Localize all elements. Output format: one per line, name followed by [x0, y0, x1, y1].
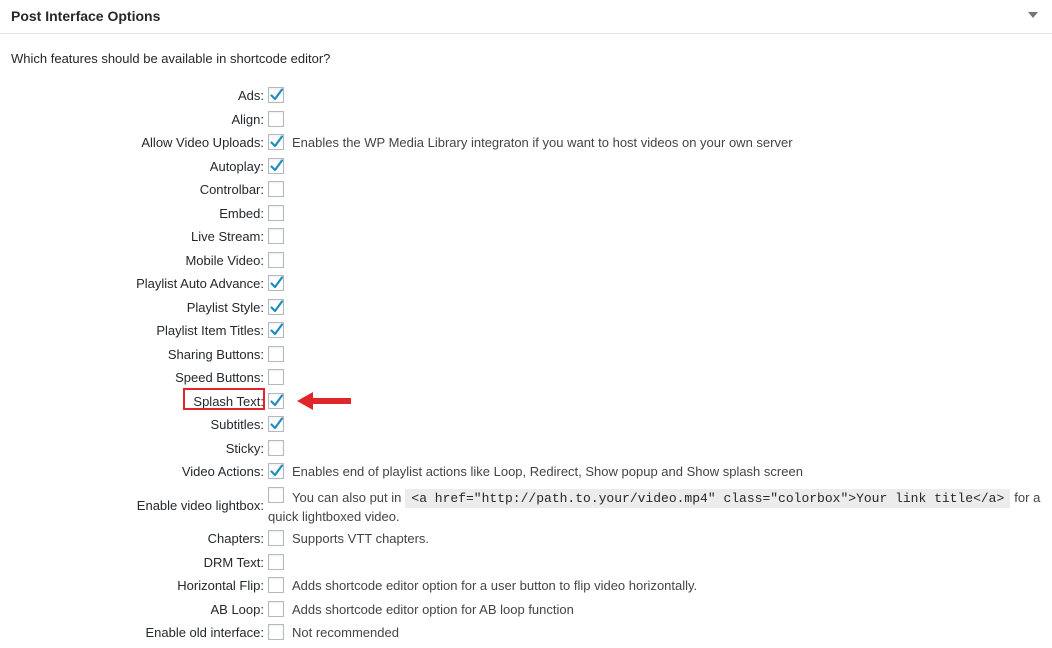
- option-label-live-stream[interactable]: Live Stream:: [191, 229, 264, 244]
- option-row-enable-video-lightbox: Enable video lightbox: You can also put i…: [0, 485, 1052, 529]
- option-description-enable-video-lightbox: You can also put in <a href="http://path.…: [292, 488, 1052, 509]
- live-stream-checkbox[interactable]: [268, 228, 284, 244]
- red-arrow-icon: [297, 392, 351, 410]
- option-row-ab-loop: AB Loop: Adds shortcode editor option for…: [0, 599, 1052, 621]
- option-row-speed-buttons: Speed Buttons:: [0, 367, 1052, 389]
- option-row-controlbar: Controlbar:: [0, 179, 1052, 201]
- splash-text-highlight-box: [183, 388, 265, 410]
- option-label-playlist-item-titles[interactable]: Playlist Item Titles:: [156, 323, 264, 338]
- option-row-playlist-style: Playlist Style:: [0, 297, 1052, 319]
- option-label-allow-video-uploads[interactable]: Allow Video Uploads:: [141, 135, 264, 150]
- option-row-enable-old-interface: Enable old interface: Not recommended: [0, 622, 1052, 644]
- option-label-align[interactable]: Align:: [231, 112, 264, 127]
- checkmark-icon: [270, 464, 284, 477]
- option-row-splash-text: Splash Text:: [0, 391, 1052, 413]
- option-label-ab-loop[interactable]: AB Loop:: [211, 602, 265, 617]
- subtitles-checkbox[interactable]: [268, 416, 284, 432]
- option-label-subtitles[interactable]: Subtitles:: [211, 417, 264, 432]
- option-row-playlist-item-titles: Playlist Item Titles:: [0, 320, 1052, 342]
- panel-title: Post Interface Options: [11, 8, 161, 24]
- checkmark-icon: [270, 276, 284, 289]
- option-row-subtitles: Subtitles:: [0, 414, 1052, 436]
- ab-loop-checkbox[interactable]: [268, 601, 284, 617]
- enable-old-interface-checkbox[interactable]: [268, 624, 284, 640]
- option-row-align: Align:: [0, 109, 1052, 131]
- checkmark-icon: [270, 323, 284, 336]
- option-row-horizontal-flip: Horizontal Flip: Adds shortcode editor op…: [0, 575, 1052, 597]
- option-label-mobile-video[interactable]: Mobile Video:: [185, 253, 264, 268]
- panel-header[interactable]: Post Interface Options: [0, 0, 1052, 34]
- post-interface-options-panel: Post Interface Options Which features sh…: [0, 0, 1052, 648]
- option-row-drm-text: DRM Text:: [0, 552, 1052, 574]
- lightbox-code-snippet: <a href="http://path.to.your/video.mp4" …: [405, 489, 1011, 508]
- option-label-enable-video-lightbox[interactable]: Enable video lightbox:: [137, 498, 264, 513]
- option-label-sharing-buttons[interactable]: Sharing Buttons:: [168, 347, 264, 362]
- playlist-item-titles-checkbox[interactable]: [268, 322, 284, 338]
- option-label-speed-buttons[interactable]: Speed Buttons:: [175, 370, 264, 385]
- option-row-video-actions: Video Actions: Enables end of playlist ac…: [0, 461, 1052, 483]
- option-description-allow-video-uploads: Enables the WP Media Library integraton …: [292, 135, 793, 150]
- ads-checkbox[interactable]: [268, 87, 284, 103]
- lightbox-desc-after: for a: [1014, 490, 1041, 505]
- option-label-drm-text[interactable]: DRM Text:: [204, 555, 264, 570]
- option-description-enable-old-interface: Not recommended: [292, 625, 399, 640]
- option-description-horizontal-flip: Adds shortcode editor option for a user …: [292, 578, 698, 593]
- option-label-playlist-style[interactable]: Playlist Style:: [187, 300, 264, 315]
- checkmark-icon: [270, 300, 284, 313]
- option-row-mobile-video: Mobile Video:: [0, 250, 1052, 272]
- option-label-embed[interactable]: Embed:: [219, 206, 264, 221]
- collapse-toggle-icon[interactable]: [1028, 12, 1038, 18]
- option-label-playlist-auto-advance[interactable]: Playlist Auto Advance:: [136, 276, 264, 291]
- playlist-style-checkbox[interactable]: [268, 299, 284, 315]
- drm-text-checkbox[interactable]: [268, 554, 284, 570]
- option-row-live-stream: Live Stream:: [0, 226, 1052, 248]
- checkmark-icon: [270, 88, 284, 101]
- autoplay-checkbox[interactable]: [268, 158, 284, 174]
- splash-text-checkbox[interactable]: [268, 393, 284, 409]
- option-label-video-actions[interactable]: Video Actions:: [182, 464, 264, 479]
- features-question: Which features should be available in sh…: [11, 51, 331, 66]
- video-actions-checkbox[interactable]: [268, 463, 284, 479]
- sticky-checkbox[interactable]: [268, 440, 284, 456]
- option-label-sticky[interactable]: Sticky:: [226, 441, 264, 456]
- option-row-sharing-buttons: Sharing Buttons:: [0, 344, 1052, 366]
- embed-checkbox[interactable]: [268, 205, 284, 221]
- option-label-autoplay[interactable]: Autoplay:: [210, 159, 264, 174]
- option-description-ab-loop: Adds shortcode editor option for AB loop…: [292, 602, 574, 617]
- option-description-video-actions: Enables end of playlist actions like Loo…: [292, 464, 803, 479]
- allow-video-uploads-checkbox[interactable]: [268, 134, 284, 150]
- checkmark-icon: [270, 159, 284, 172]
- controlbar-checkbox[interactable]: [268, 181, 284, 197]
- playlist-auto-advance-checkbox[interactable]: [268, 275, 284, 291]
- option-row-chapters: Chapters: Supports VTT chapters.: [0, 528, 1052, 550]
- lightbox-desc-line2: quick lightboxed video.: [268, 509, 400, 524]
- chapters-checkbox[interactable]: [268, 530, 284, 546]
- option-label-horizontal-flip[interactable]: Horizontal Flip:: [177, 578, 264, 593]
- option-row-allow-video-uploads: Allow Video Uploads: Enables the WP Media…: [0, 132, 1052, 154]
- option-description-chapters: Supports VTT chapters.: [292, 531, 430, 546]
- checkmark-icon: [270, 417, 284, 430]
- mobile-video-checkbox[interactable]: [268, 252, 284, 268]
- speed-buttons-checkbox[interactable]: [268, 369, 284, 385]
- sharing-buttons-checkbox[interactable]: [268, 346, 284, 362]
- align-checkbox[interactable]: [268, 111, 284, 127]
- checkmark-icon: [270, 394, 284, 407]
- option-row-playlist-auto-advance: Playlist Auto Advance:: [0, 273, 1052, 295]
- option-row-autoplay: Autoplay:: [0, 156, 1052, 178]
- option-label-chapters[interactable]: Chapters:: [208, 531, 264, 546]
- option-row-embed: Embed:: [0, 203, 1052, 225]
- lightbox-desc-before: You can also put in: [292, 490, 402, 505]
- horizontal-flip-checkbox[interactable]: [268, 577, 284, 593]
- option-label-controlbar[interactable]: Controlbar:: [200, 182, 264, 197]
- enable-video-lightbox-checkbox[interactable]: [268, 487, 284, 503]
- option-row-sticky: Sticky:: [0, 438, 1052, 460]
- checkmark-icon: [270, 135, 284, 148]
- option-label-ads[interactable]: Ads:: [238, 88, 264, 103]
- option-label-enable-old-interface[interactable]: Enable old interface:: [145, 625, 264, 640]
- option-row-ads: Ads:: [0, 85, 1052, 107]
